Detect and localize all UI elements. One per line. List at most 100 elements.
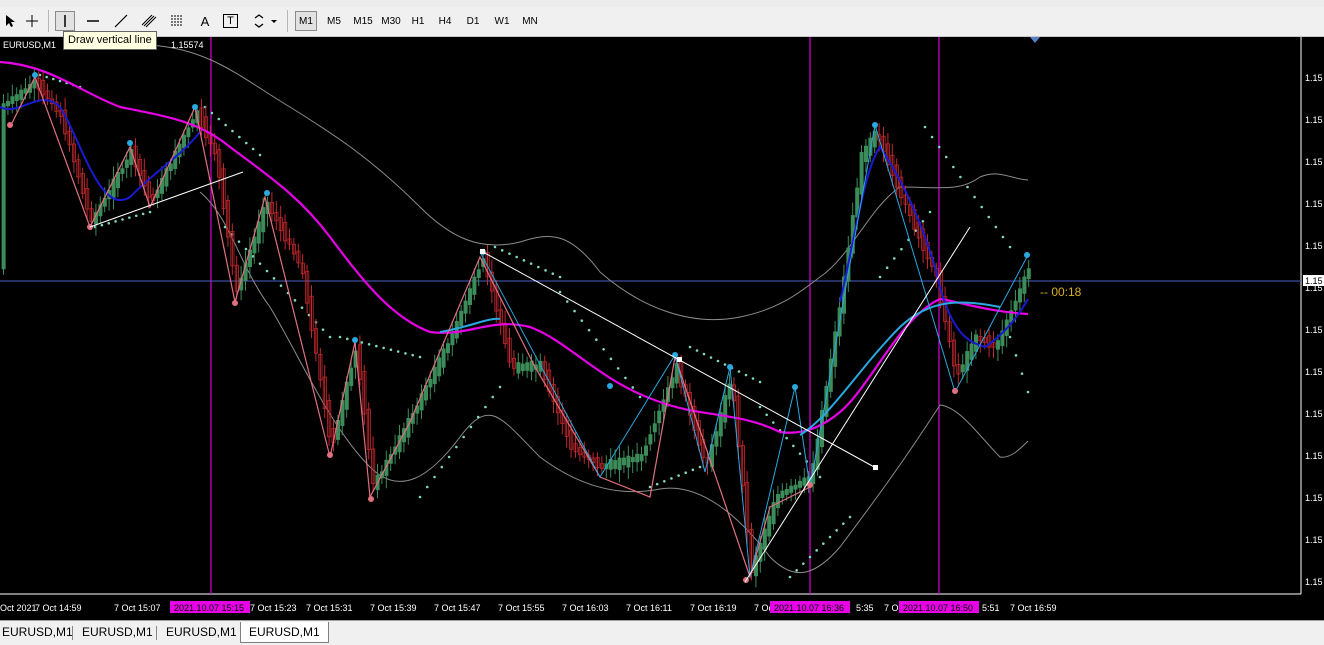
timeframe-m1[interactable]: M1: [295, 11, 317, 31]
sar-dot: [792, 444, 795, 448]
crosshair-icon[interactable]: [22, 11, 42, 31]
sar-dot: [1020, 372, 1024, 375]
sar-dot: [638, 395, 642, 399]
tab-chart-1[interactable]: EURUSD,M1: [0, 624, 75, 641]
arrows-dropdown-icon[interactable]: [251, 11, 279, 31]
sar-dot: [580, 319, 584, 322]
trendline-2-handle-start[interactable]: [480, 249, 485, 254]
sar-dot: [418, 355, 422, 359]
chart-shift-marker[interactable]: [1030, 37, 1040, 43]
tab-chart-3[interactable]: EURUSD,M1: [164, 624, 239, 641]
tab-chart-2[interactable]: EURUSD,M1: [80, 624, 155, 641]
sar-dot: [923, 125, 927, 129]
fibonacci-icon[interactable]: [167, 11, 187, 31]
timeframe-h1[interactable]: H1: [406, 11, 430, 31]
time-tick-label: 7 Oct 15:55: [498, 603, 545, 613]
price-tick-label: 1.15: [1305, 157, 1323, 167]
candle-body: [472, 276, 477, 295]
price-tick-label: 1.15: [1305, 451, 1323, 461]
timeframe-w1[interactable]: W1: [490, 11, 514, 31]
candle-body: [181, 134, 186, 149]
cursor-icon[interactable]: [0, 11, 20, 31]
sar-dot: [515, 255, 518, 259]
vline-label-2: 2021.10.07 16:36: [774, 603, 844, 613]
sar-dot: [128, 216, 131, 219]
candle-body: [256, 221, 261, 244]
sar-dot: [544, 269, 547, 272]
candle-body: [864, 145, 869, 162]
candle-body: [639, 454, 644, 462]
sar-dot: [631, 386, 635, 389]
sar-dot: [224, 123, 227, 127]
vline-label-1: 2021.10.07 15:15: [174, 603, 244, 613]
sar-dot: [558, 275, 562, 279]
sar-dot: [272, 277, 276, 280]
candle-body: [441, 348, 446, 368]
timeframe-m15[interactable]: M15: [349, 11, 377, 31]
sar-dot: [345, 337, 349, 341]
timeframe-m5[interactable]: M5: [322, 11, 346, 31]
tab-separator: [72, 626, 73, 640]
candle-body: [789, 485, 794, 493]
sar-dot: [447, 455, 451, 459]
time-tick-label: 5:51: [982, 603, 1000, 613]
candle-body: [780, 490, 785, 498]
sar-dot: [121, 218, 124, 221]
timeframe-m30[interactable]: M30: [377, 11, 405, 31]
trendline-2-handle-mid[interactable]: [677, 357, 682, 362]
sar-dot: [702, 352, 706, 356]
tab-chart-4[interactable]: EURUSD,M1: [240, 622, 329, 643]
chart-window[interactable]: EURUSD,M1 1.15574 1.15 1.15 1.15 1.15 1.15 1.…: [0, 37, 1324, 620]
tooltip: Draw vertical line: [63, 31, 157, 50]
candle-body: [516, 362, 521, 374]
zigzag-low-marker: [232, 300, 238, 306]
trendline-2-handle-end[interactable]: [873, 465, 878, 470]
zigzag-low-marker: [368, 496, 374, 502]
fast-moving-average: [0, 99, 201, 201]
sar-dot: [677, 474, 680, 477]
candle-body: [116, 172, 121, 189]
trendline-3[interactable]: [744, 226, 971, 583]
sar-dot: [1008, 335, 1012, 339]
timeframe-h4[interactable]: H4: [433, 11, 457, 31]
sar-dot: [529, 262, 533, 265]
sar-dot: [691, 468, 695, 472]
zigzag-high-marker: [127, 140, 133, 146]
sar-dot: [251, 147, 255, 151]
sar-dot: [723, 363, 727, 366]
sar-dot: [662, 479, 666, 483]
zigzag-lines: [479, 124, 1029, 578]
horizontal-line-icon[interactable]: [83, 11, 103, 31]
price-tick-label: 1.15: [1305, 115, 1323, 125]
candle-body: [525, 362, 530, 371]
sar-dot: [648, 485, 652, 489]
candle-body: [661, 399, 666, 412]
sar-dot: [522, 259, 526, 262]
candle-body: [652, 423, 657, 433]
candle-body: [476, 269, 481, 278]
sar-dot: [141, 212, 145, 216]
sar-dot: [616, 367, 620, 370]
candle-body: [723, 395, 728, 423]
time-tick-label: 7 Oct 15:39: [370, 603, 417, 613]
sar-dot: [1026, 390, 1030, 394]
candle-body: [10, 96, 15, 104]
current-price-label: 1.15: [1305, 276, 1323, 286]
sar-dot: [100, 223, 104, 227]
candle-body: [802, 477, 807, 486]
zigzag-high-marker: [1024, 252, 1030, 258]
channel-icon[interactable]: [139, 11, 159, 31]
timeframe-mn[interactable]: MN: [517, 11, 543, 31]
trendline-icon[interactable]: [111, 11, 131, 31]
toolbar: A T M1 M5 M15 M30 H1 H4 D1 W1 MN: [0, 0, 1324, 37]
sar-dot: [751, 377, 755, 380]
candle-body: [1013, 300, 1018, 311]
chart-canvas[interactable]: EURUSD,M1 1.15574 1.15 1.15 1.15 1.15 1.15 1.…: [0, 37, 1324, 620]
timeframe-d1[interactable]: D1: [461, 11, 485, 31]
text-tool-icon[interactable]: A: [195, 11, 215, 31]
sar-dot: [609, 357, 613, 361]
sar-dot: [237, 240, 241, 243]
vertical-line-icon[interactable]: [55, 11, 75, 31]
text-label-icon[interactable]: T: [223, 14, 238, 28]
candle-body: [186, 127, 191, 138]
